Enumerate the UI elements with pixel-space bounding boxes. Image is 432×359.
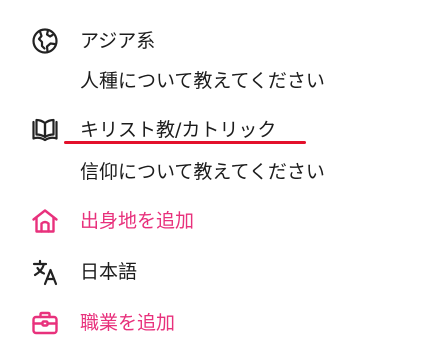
red-underline-annotation (64, 141, 306, 144)
add-job-row[interactable]: 職業を追加 (0, 308, 432, 340)
ethnicity-row[interactable]: アジア系 人種について教えてください (0, 26, 432, 96)
language-value: 日本語 (80, 261, 138, 283)
ethnicity-value: アジア系 (80, 30, 156, 52)
home-icon (30, 206, 60, 236)
religion-row[interactable]: キリスト教/カトリック 信仰について教えてください (0, 115, 432, 190)
add-job-label[interactable]: 職業を追加 (80, 311, 175, 335)
add-hometown-row[interactable]: 出身地を追加 (0, 206, 432, 238)
globe-icon (30, 26, 60, 56)
briefcase-icon (30, 308, 60, 338)
book-icon (30, 115, 60, 145)
translate-icon (30, 257, 60, 287)
profile-details-panel: アジア系 人種について教えてください キリスト教/カトリック 信仰について教えて… (0, 0, 432, 359)
religion-prompt[interactable]: 信仰について教えてください (80, 160, 325, 184)
ethnicity-prompt[interactable]: 人種について教えてください (80, 69, 325, 93)
add-hometown-label[interactable]: 出身地を追加 (80, 209, 194, 233)
religion-value: キリスト教/カトリック (80, 119, 277, 141)
language-row[interactable]: 日本語 (0, 257, 432, 289)
